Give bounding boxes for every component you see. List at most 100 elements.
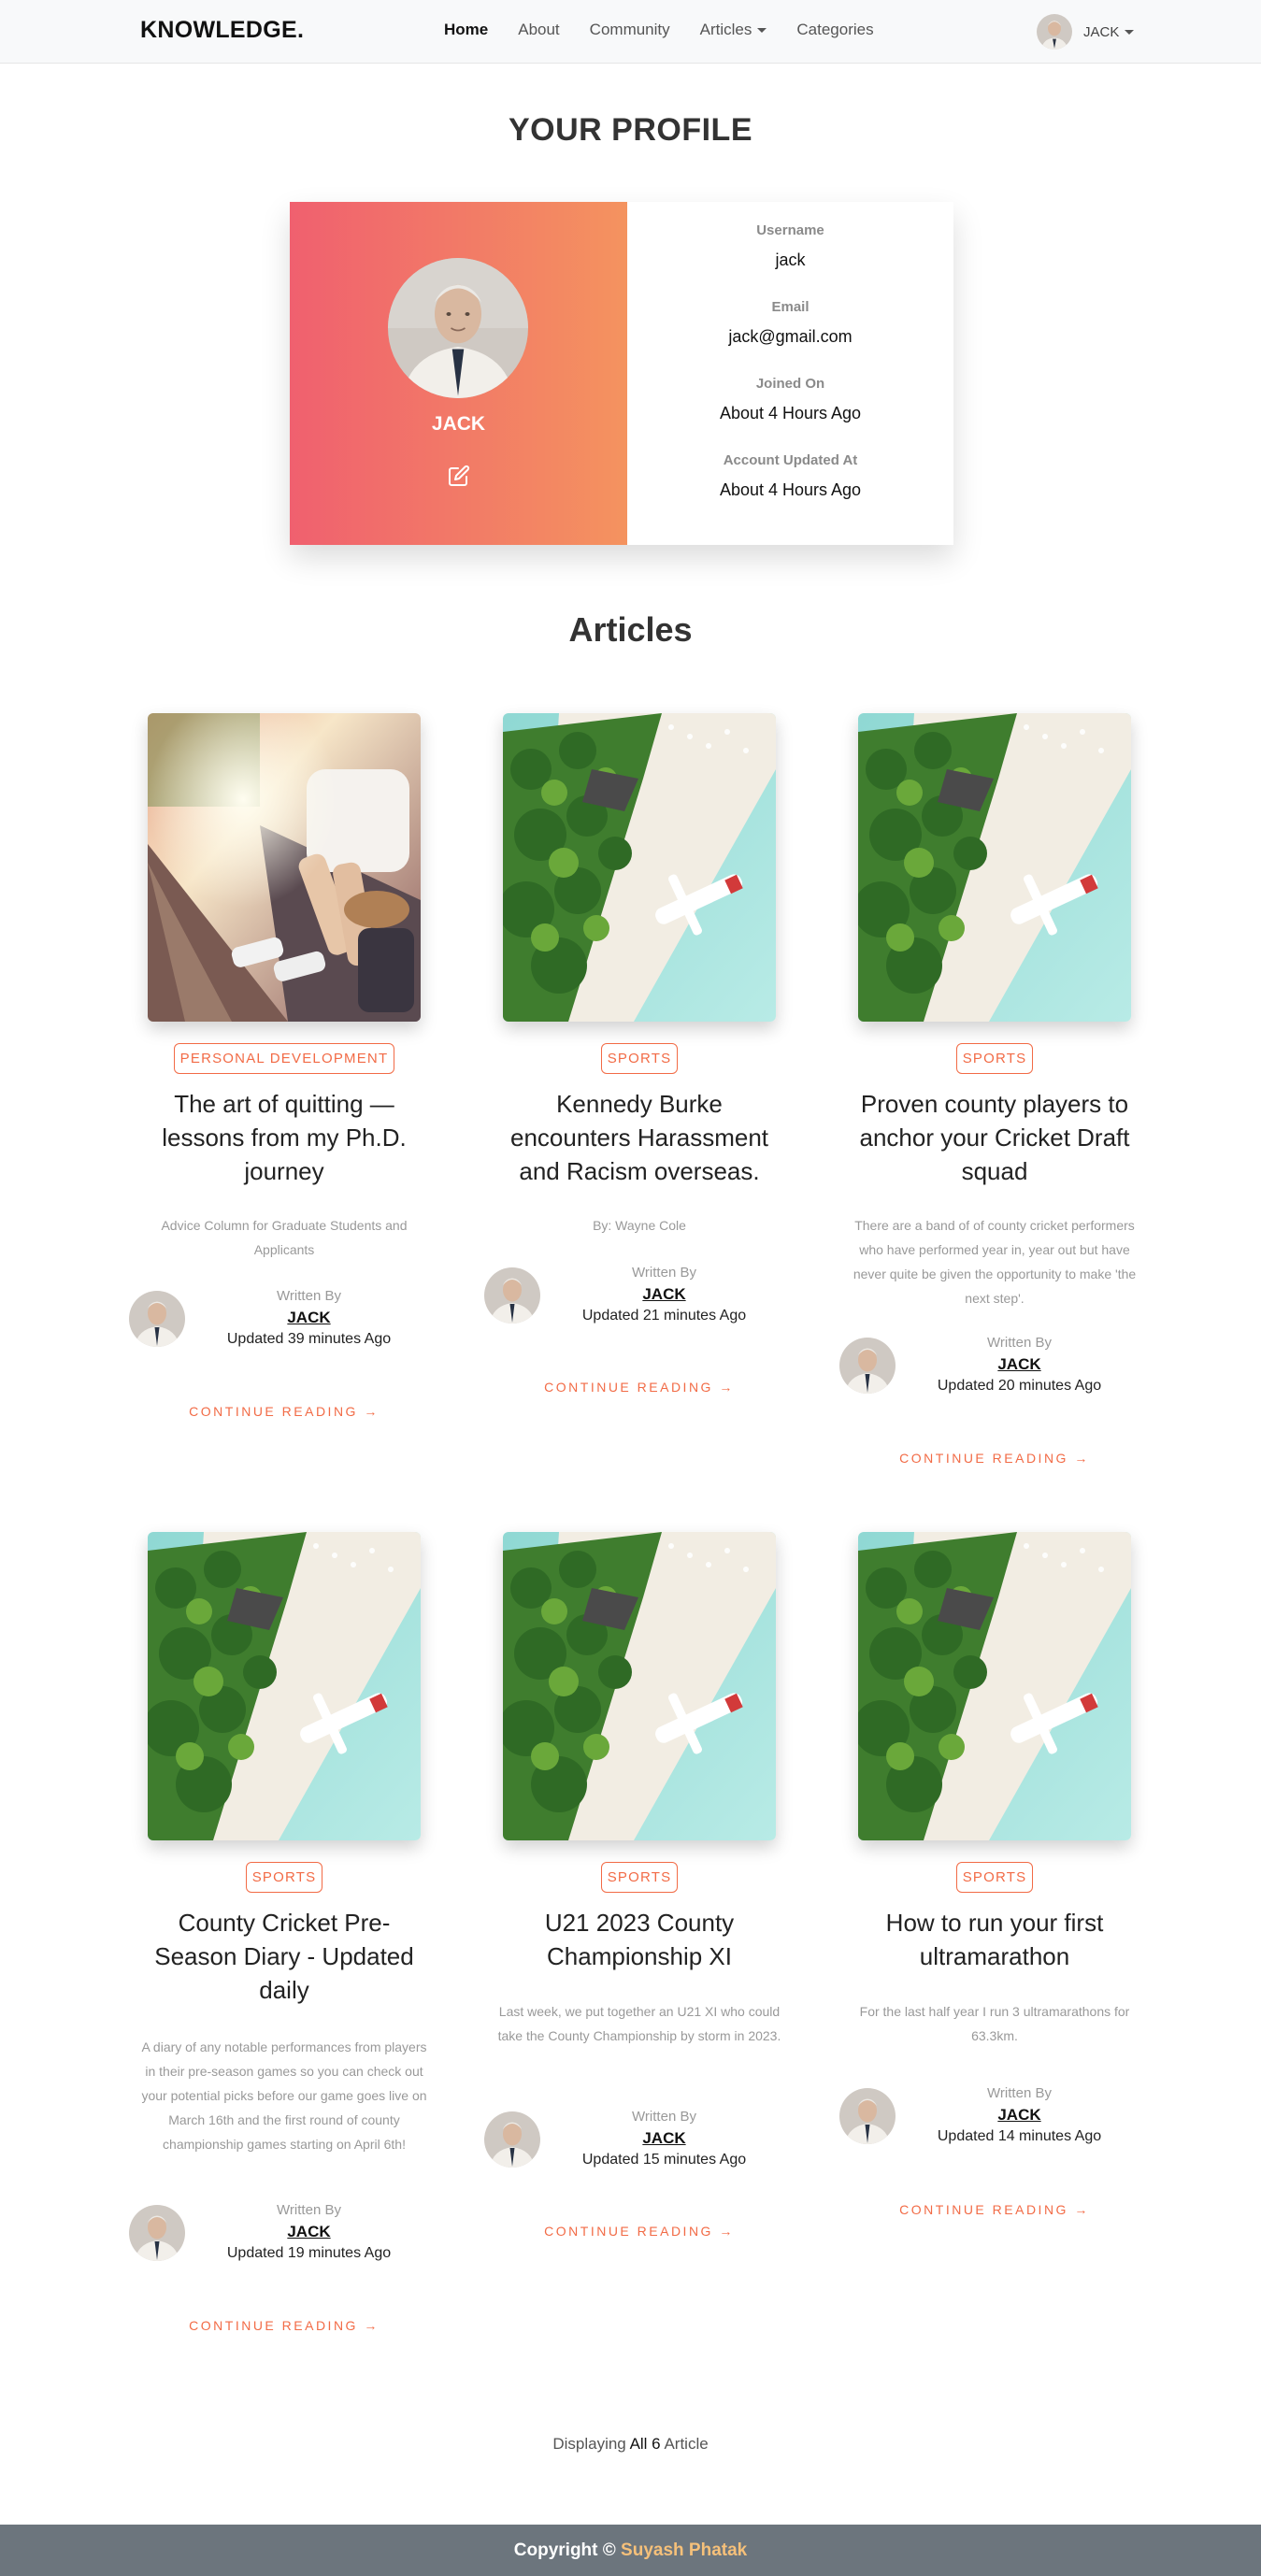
author-info: Written By JACK Updated 19 minutes Ago bbox=[194, 2202, 423, 2262]
author-info: Written By JACK Updated 39 minutes Ago bbox=[194, 1288, 423, 1348]
category-label: SPORTS bbox=[955, 1862, 1034, 1893]
author-name-link[interactable]: JACK bbox=[550, 2129, 779, 2148]
article-meta: Written By JACK Updated 14 minutes Ago bbox=[839, 2085, 1162, 2151]
article-title[interactable]: County Cricket Pre-Season Diary - Update… bbox=[140, 1906, 428, 2007]
username-field: Username jack bbox=[627, 222, 953, 270]
updated-time: Updated 39 minutes Ago bbox=[226, 1331, 392, 1347]
profile-avatar bbox=[388, 258, 528, 398]
articles-heading: Articles bbox=[568, 610, 693, 649]
written-by-label: Written By bbox=[632, 2109, 696, 2125]
author-avatar bbox=[839, 1338, 896, 1394]
written-by-label: Written By bbox=[987, 2085, 1052, 2101]
category-badge[interactable]: SPORTS bbox=[484, 1043, 795, 1074]
continue-reading-label: CONTINUE READING bbox=[544, 2224, 713, 2239]
article-title[interactable]: Proven county players to anchor your Cri… bbox=[851, 1087, 1139, 1188]
category-badge[interactable]: SPORTS bbox=[484, 1862, 795, 1893]
email-value: jack@gmail.com bbox=[728, 327, 853, 346]
updated-time: Updated 21 minutes Ago bbox=[581, 1308, 747, 1324]
article-thumbnail[interactable] bbox=[148, 1532, 421, 1840]
continue-reading-label: CONTINUE READING bbox=[189, 2318, 358, 2333]
article-thumbnail[interactable] bbox=[858, 713, 1131, 1022]
author-name-link[interactable]: JACK bbox=[194, 1309, 423, 1327]
article-title[interactable]: Kennedy Burke encounters Harassment and … bbox=[495, 1087, 783, 1188]
user-avatar bbox=[1037, 14, 1072, 50]
author-name-link[interactable]: JACK bbox=[905, 1355, 1134, 1374]
continue-reading-link[interactable]: CONTINUE READING → bbox=[484, 1380, 795, 1395]
author-info: Written By JACK Updated 21 minutes Ago bbox=[550, 1265, 779, 1324]
category-badge[interactable]: SPORTS bbox=[839, 1862, 1150, 1893]
brand-logo[interactable]: KNOWLEDGE. bbox=[140, 17, 304, 44]
continue-reading-link[interactable]: CONTINUE READING → bbox=[129, 2318, 439, 2333]
email-label: Email bbox=[771, 299, 810, 315]
joined-label: Joined On bbox=[755, 376, 825, 392]
author-avatar bbox=[484, 1267, 540, 1324]
profile-name: JACK bbox=[431, 413, 486, 435]
article-thumbnail[interactable] bbox=[148, 713, 421, 1022]
article-meta: Written By JACK Updated 39 minutes Ago bbox=[129, 1288, 451, 1353]
category-label: SPORTS bbox=[600, 1862, 679, 1893]
username-label: Username bbox=[756, 222, 824, 238]
copyright-text: Copyright © bbox=[513, 2540, 616, 2560]
summary-suffix: Article bbox=[664, 2435, 709, 2453]
author-name-link[interactable]: JACK bbox=[194, 2223, 423, 2241]
nav-community[interactable]: Community bbox=[590, 21, 670, 39]
nav-home[interactable]: Home bbox=[444, 21, 488, 39]
continue-reading-link[interactable]: CONTINUE READING → bbox=[129, 1404, 439, 1419]
nav-articles-dropdown[interactable]: Articles bbox=[700, 21, 767, 39]
category-badge[interactable]: SPORTS bbox=[129, 1862, 439, 1893]
navbar: KNOWLEDGE. Home About Community Articles… bbox=[0, 0, 1261, 64]
arrow-right-icon: → bbox=[719, 1380, 735, 1395]
nav-categories[interactable]: Categories bbox=[796, 21, 873, 39]
profile-heading: YOUR PROFILE bbox=[508, 112, 753, 148]
arrow-right-icon: → bbox=[364, 1404, 380, 1419]
article-thumbnail[interactable] bbox=[858, 1532, 1131, 1840]
author-info: Written By JACK Updated 20 minutes Ago bbox=[905, 1335, 1134, 1395]
article-description: A diary of any notable performances from… bbox=[141, 2039, 427, 2152]
written-by-label: Written By bbox=[277, 1288, 341, 1304]
article-description: Last week, we put together an U21 XI who… bbox=[497, 2004, 781, 2043]
author-name-link[interactable]: JACK bbox=[905, 2106, 1134, 2125]
article-thumbnail[interactable] bbox=[503, 1532, 776, 1840]
category-badge[interactable]: SPORTS bbox=[839, 1043, 1150, 1074]
summary-prefix: Displaying bbox=[552, 2435, 626, 2453]
continue-reading-link[interactable]: CONTINUE READING → bbox=[484, 2224, 795, 2239]
article-title[interactable]: U21 2023 County Championship XI bbox=[495, 1906, 783, 1973]
caret-down-icon bbox=[757, 28, 767, 34]
article-thumbnail[interactable] bbox=[503, 713, 776, 1022]
author-link[interactable]: Suyash Phatak bbox=[621, 2540, 747, 2560]
category-label: SPORTS bbox=[600, 1043, 679, 1074]
user-menu[interactable]: JACK bbox=[1037, 14, 1135, 50]
profile-banner: JACK bbox=[290, 202, 627, 545]
category-label: SPORTS bbox=[955, 1043, 1034, 1074]
written-by-label: Written By bbox=[277, 2202, 341, 2218]
footer: Copyright © Suyash Phatak bbox=[0, 2525, 1261, 2576]
profile-card: JACK Username jack Email jack@gmail.com … bbox=[290, 202, 953, 545]
joined-value: About 4 Hours Ago bbox=[719, 404, 862, 422]
updated-label: Account Updated At bbox=[723, 452, 858, 468]
nav-about[interactable]: About bbox=[518, 21, 559, 39]
article-title[interactable]: How to run your first ultramarathon bbox=[851, 1906, 1139, 1973]
author-info: Written By JACK Updated 14 minutes Ago bbox=[905, 2085, 1134, 2145]
category-badge[interactable]: PERSONAL DEVELOPMENT bbox=[129, 1043, 439, 1074]
nav-articles-label: Articles bbox=[699, 21, 752, 38]
article-title[interactable]: The art of quitting — lessons from my Ph… bbox=[140, 1087, 428, 1188]
updated-time: Updated 20 minutes Ago bbox=[937, 1378, 1102, 1394]
continue-reading-link[interactable]: CONTINUE READING → bbox=[839, 2202, 1150, 2217]
author-avatar bbox=[839, 2088, 896, 2144]
continue-reading-label: CONTINUE READING bbox=[544, 1380, 713, 1395]
article-count-summary: Displaying All 6 Article bbox=[0, 2435, 1261, 2454]
updated-field: Account Updated At About 4 Hours Ago bbox=[627, 452, 953, 500]
user-name: JACK bbox=[1083, 23, 1120, 40]
summary-count: All 6 bbox=[629, 2435, 661, 2453]
written-by-label: Written By bbox=[632, 1265, 696, 1281]
username-value: jack bbox=[775, 250, 806, 269]
article-meta: Written By JACK Updated 19 minutes Ago bbox=[129, 2202, 451, 2268]
continue-reading-link[interactable]: CONTINUE READING → bbox=[839, 1451, 1150, 1466]
article-description: Advice Column for Graduate Students and … bbox=[161, 1218, 408, 1257]
edit-icon[interactable] bbox=[448, 465, 470, 487]
author-name-link[interactable]: JACK bbox=[550, 1285, 779, 1304]
author-info: Written By JACK Updated 15 minutes Ago bbox=[550, 2109, 779, 2168]
updated-time: Updated 14 minutes Ago bbox=[937, 2128, 1102, 2144]
category-label: PERSONAL DEVELOPMENT bbox=[173, 1043, 395, 1074]
article-description: For the last half year I run 3 ultramara… bbox=[859, 2004, 1130, 2043]
